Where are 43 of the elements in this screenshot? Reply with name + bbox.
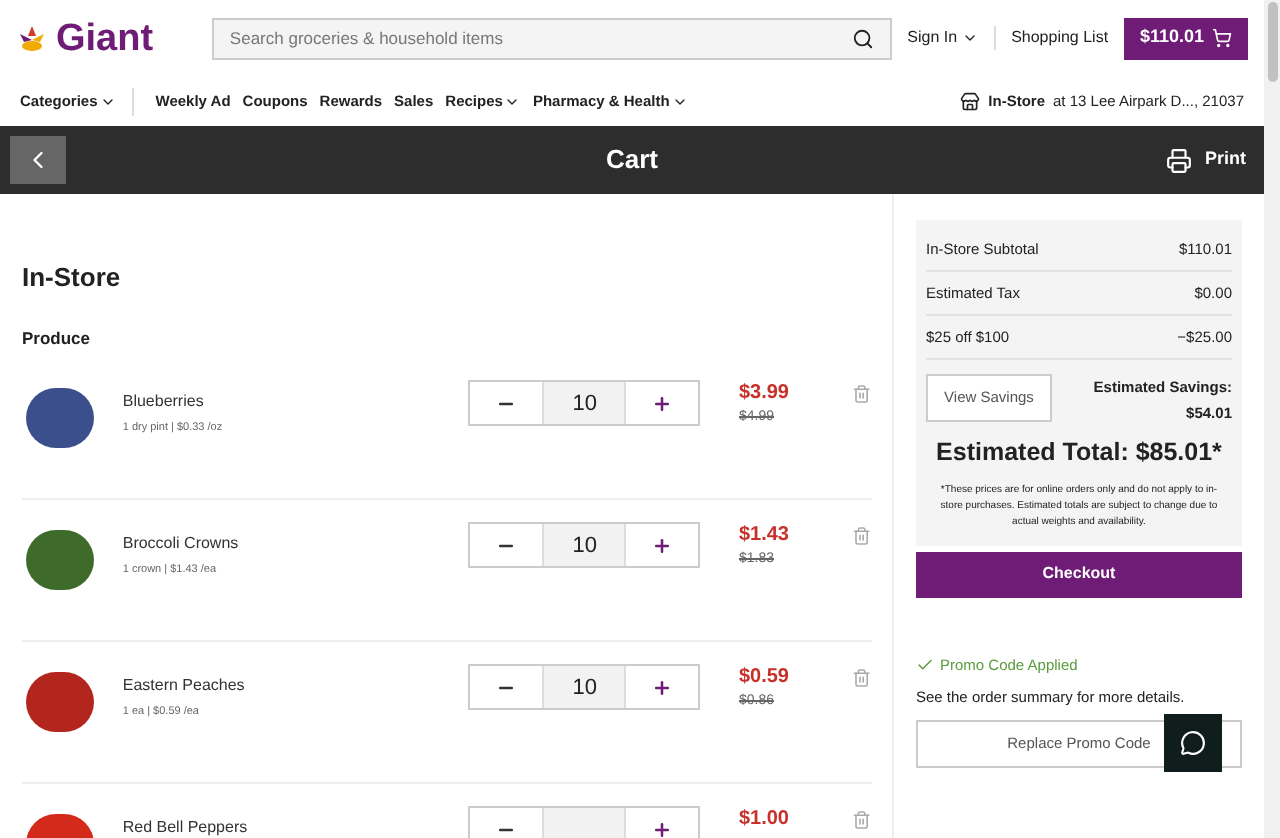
- checkout-button[interactable]: Checkout: [916, 551, 1242, 598]
- logo-text[interactable]: Giant: [56, 19, 154, 57]
- delete-icon[interactable]: [852, 526, 872, 547]
- cart-icon: [1212, 28, 1233, 48]
- quantity-field[interactable]: 10: [542, 382, 627, 425]
- section-heading: In-Store: [22, 260, 123, 296]
- sale-price: $1.43: [738, 522, 791, 551]
- delete-icon[interactable]: [852, 668, 872, 689]
- sale-price: $0.59: [738, 664, 791, 693]
- page-title: Cart: [606, 142, 658, 179]
- back-button[interactable]: [10, 136, 66, 184]
- check-icon: [916, 655, 934, 674]
- product-name[interactable]: Broccoli Crowns: [122, 532, 449, 557]
- product-name[interactable]: Red Bell Peppers: [122, 816, 449, 838]
- product-name[interactable]: Eastern Peaches: [122, 674, 449, 699]
- cart-button[interactable]: $110.01: [1124, 17, 1248, 59]
- scrollbar[interactable]: [1264, 0, 1280, 838]
- printer-icon: [1166, 147, 1193, 173]
- estimated-total: Estimated Total: $85.01*: [934, 436, 1224, 470]
- plus-icon: [652, 819, 673, 838]
- plus-icon: [652, 677, 673, 698]
- quantity-field[interactable]: 10: [542, 666, 627, 709]
- shopping-list-link[interactable]: Shopping List: [1011, 26, 1109, 50]
- print-button[interactable]: Print: [1166, 146, 1246, 174]
- quantity-field[interactable]: [542, 808, 627, 838]
- store-icon: [960, 91, 981, 111]
- delete-icon[interactable]: [852, 810, 872, 831]
- chevron-down-icon: [961, 30, 978, 46]
- chat-button[interactable]: [1164, 714, 1222, 773]
- sign-in-button[interactable]: Sign In: [907, 26, 978, 50]
- delete-icon[interactable]: [852, 384, 872, 405]
- plus-icon: [652, 535, 673, 556]
- search-icon[interactable]: [851, 27, 874, 49]
- chat-icon: [1180, 730, 1206, 757]
- sale-price: $1.00: [738, 806, 791, 835]
- search-field[interactable]: Search groceries & household items: [211, 17, 892, 59]
- quantity-field[interactable]: 10: [542, 524, 627, 567]
- search-input[interactable]: Search groceries & household items: [229, 25, 852, 51]
- category-heading: Produce: [22, 325, 93, 351]
- logo-icon: [16, 22, 48, 54]
- sale-price: $3.99: [738, 380, 791, 409]
- product-name[interactable]: Blueberries: [122, 390, 449, 415]
- plus-icon: [652, 393, 673, 414]
